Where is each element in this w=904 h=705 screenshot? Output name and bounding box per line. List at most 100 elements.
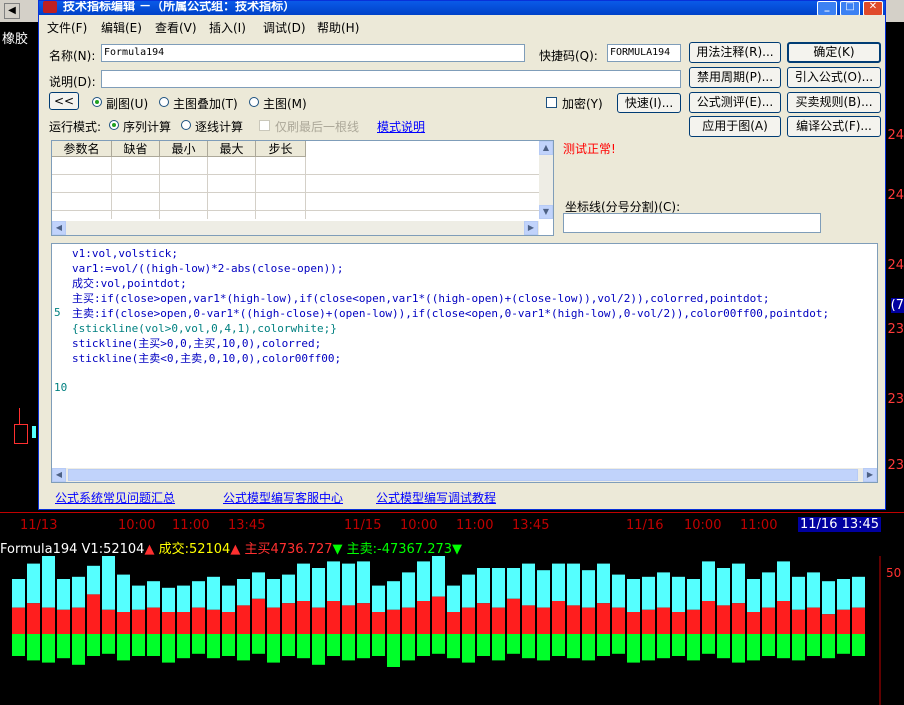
encrypt-checkbox[interactable] xyxy=(546,97,557,108)
radio-main-label: 主图(M) xyxy=(263,97,307,111)
time-label: 13:45 xyxy=(512,518,550,533)
code-line: stickline(主卖<0,主卖,0,10,0),color00ff00; xyxy=(72,352,342,365)
sell-bar xyxy=(357,634,370,659)
last-bar-label: 仅刷最后一根线 xyxy=(275,120,360,134)
price-tick: 23 xyxy=(887,322,904,337)
buy-bar xyxy=(117,612,130,634)
scroll-down-icon[interactable]: ▼ xyxy=(539,205,553,219)
sell-bar xyxy=(42,634,55,663)
vol-bar xyxy=(537,570,550,608)
sell-bar xyxy=(327,634,340,656)
vol-bar xyxy=(777,561,790,601)
close-icon[interactable]: ✕ xyxy=(863,1,883,15)
usage-notes-button[interactable]: 用法注释(R)... xyxy=(689,42,781,63)
tutorial-link[interactable]: 公式模型编写调试教程 xyxy=(376,489,496,506)
scroll-right-icon[interactable]: ▶ xyxy=(524,221,538,235)
compile-formula-button[interactable]: 编译公式(F)... xyxy=(787,116,881,137)
col-divider xyxy=(255,157,256,219)
name-input[interactable]: Formula194 xyxy=(101,44,525,62)
buy-bar xyxy=(87,594,100,634)
sell-bar xyxy=(297,634,310,659)
apply-to-chart-button[interactable]: 应用于图(A) xyxy=(689,116,781,137)
mode-help-link[interactable]: 模式说明 xyxy=(377,118,425,135)
vol-bar xyxy=(342,563,355,606)
time-label: 10:00 xyxy=(400,518,438,533)
vol-axis-label: 50 xyxy=(886,566,902,580)
vol-bar xyxy=(597,563,610,604)
radio-overlay[interactable] xyxy=(159,97,169,107)
sell-bar xyxy=(237,634,250,661)
vol-bar xyxy=(312,568,325,608)
coord-input[interactable] xyxy=(563,213,821,233)
time-label: 10:00 xyxy=(684,518,722,533)
time-label: 11:00 xyxy=(456,518,494,533)
time-label: 11/16 xyxy=(626,518,664,533)
disable-period-button[interactable]: 禁用周期(P)... xyxy=(689,67,781,88)
scroll-left-icon[interactable]: ◀ xyxy=(52,468,66,482)
editor-scroll-thumb[interactable] xyxy=(68,469,858,481)
scroll-right-icon[interactable]: ▶ xyxy=(863,468,877,482)
price-tick: 24 xyxy=(887,128,904,143)
buy-bar xyxy=(582,607,595,634)
sell-bar xyxy=(687,634,700,661)
faq-link[interactable]: 公式系统常见问题汇总 xyxy=(55,489,175,506)
sell-bar xyxy=(417,634,430,656)
candle-wick xyxy=(19,408,20,424)
vol-bar xyxy=(582,570,595,608)
sell-bar xyxy=(192,634,205,654)
code-line: 主卖:if(close>open,0-var1*((high-close)+(o… xyxy=(72,307,830,320)
radio-bar-calc[interactable] xyxy=(181,120,191,130)
scroll-left-icon[interactable]: ◀ xyxy=(52,221,66,235)
sell-bar xyxy=(672,634,685,656)
vol-bar xyxy=(762,572,775,608)
code-editor[interactable]: 5 10 v1:vol,volstick; var1:=vol/((high-l… xyxy=(51,243,878,483)
sell-bar xyxy=(222,634,235,656)
sell-bar xyxy=(597,634,610,656)
formula-editor-dialog: 技术指标编辑 －（所属公式组：技术指标） _ □ ✕ 文件(F) 编辑(E) 查… xyxy=(38,0,886,510)
menu-help[interactable]: 帮助(H) xyxy=(317,19,359,36)
buy-bar xyxy=(852,607,865,634)
buy-bar xyxy=(57,609,70,634)
last-bar-checkbox[interactable] xyxy=(259,120,270,131)
radio-main-chart[interactable] xyxy=(249,97,259,107)
test-status: 测试正常! xyxy=(563,142,616,156)
scroll-up-icon[interactable]: ▲ xyxy=(539,141,553,155)
col-divider xyxy=(207,157,208,219)
menu-file[interactable]: 文件(F) xyxy=(47,19,87,36)
buy-bar xyxy=(177,612,190,634)
shortcut-input[interactable]: FORMULA194 xyxy=(607,44,681,62)
buy-bar xyxy=(102,609,115,634)
time-label: 11:00 xyxy=(740,518,778,533)
scroll-left-icon[interactable]: ◀ xyxy=(4,3,20,19)
minimize-icon[interactable]: _ xyxy=(817,1,837,15)
sell-bar xyxy=(657,634,670,659)
price-tick: 24 xyxy=(887,188,904,203)
maximize-icon[interactable]: □ xyxy=(840,1,860,15)
import-formula-button[interactable]: 引入公式(O)... xyxy=(787,67,881,88)
sell-bar xyxy=(627,634,640,663)
sell-bar xyxy=(117,634,130,661)
support-link[interactable]: 公式模型编写客服中心 xyxy=(223,489,343,506)
menu-edit[interactable]: 编辑(E) xyxy=(101,19,142,36)
menu-debug[interactable]: 调试(D) xyxy=(263,19,306,36)
trade-rules-button[interactable]: 买卖规则(B)... xyxy=(787,92,881,113)
menu-insert[interactable]: 插入(I) xyxy=(209,19,246,36)
sell-bar xyxy=(162,634,175,663)
radio-sub-chart[interactable] xyxy=(92,97,102,107)
sell-bar xyxy=(702,634,715,654)
buy-bar xyxy=(822,614,835,634)
vol-bar xyxy=(432,556,445,597)
quick-button[interactable]: 快速(I)... xyxy=(617,93,681,113)
radio-seq-calc[interactable] xyxy=(109,120,119,130)
ok-button[interactable]: 确定(K) xyxy=(787,42,881,63)
title-bar[interactable]: 技术指标编辑 －（所属公式组：技术指标） _ □ ✕ xyxy=(39,1,885,15)
formula-eval-button[interactable]: 公式测评(E)... xyxy=(689,92,781,113)
grid-hscroll[interactable] xyxy=(52,221,539,235)
collapse-button[interactable]: << xyxy=(49,92,79,110)
desc-input[interactable] xyxy=(101,70,681,88)
parameter-table[interactable]: 参数名 缺省 最小 最大 步长 ▲ ▼ ◀ ▶ xyxy=(51,140,554,236)
time-label: 11:00 xyxy=(172,518,210,533)
vol-bar xyxy=(807,572,820,608)
buy-bar xyxy=(387,609,400,634)
menu-view[interactable]: 查看(V) xyxy=(155,19,197,36)
